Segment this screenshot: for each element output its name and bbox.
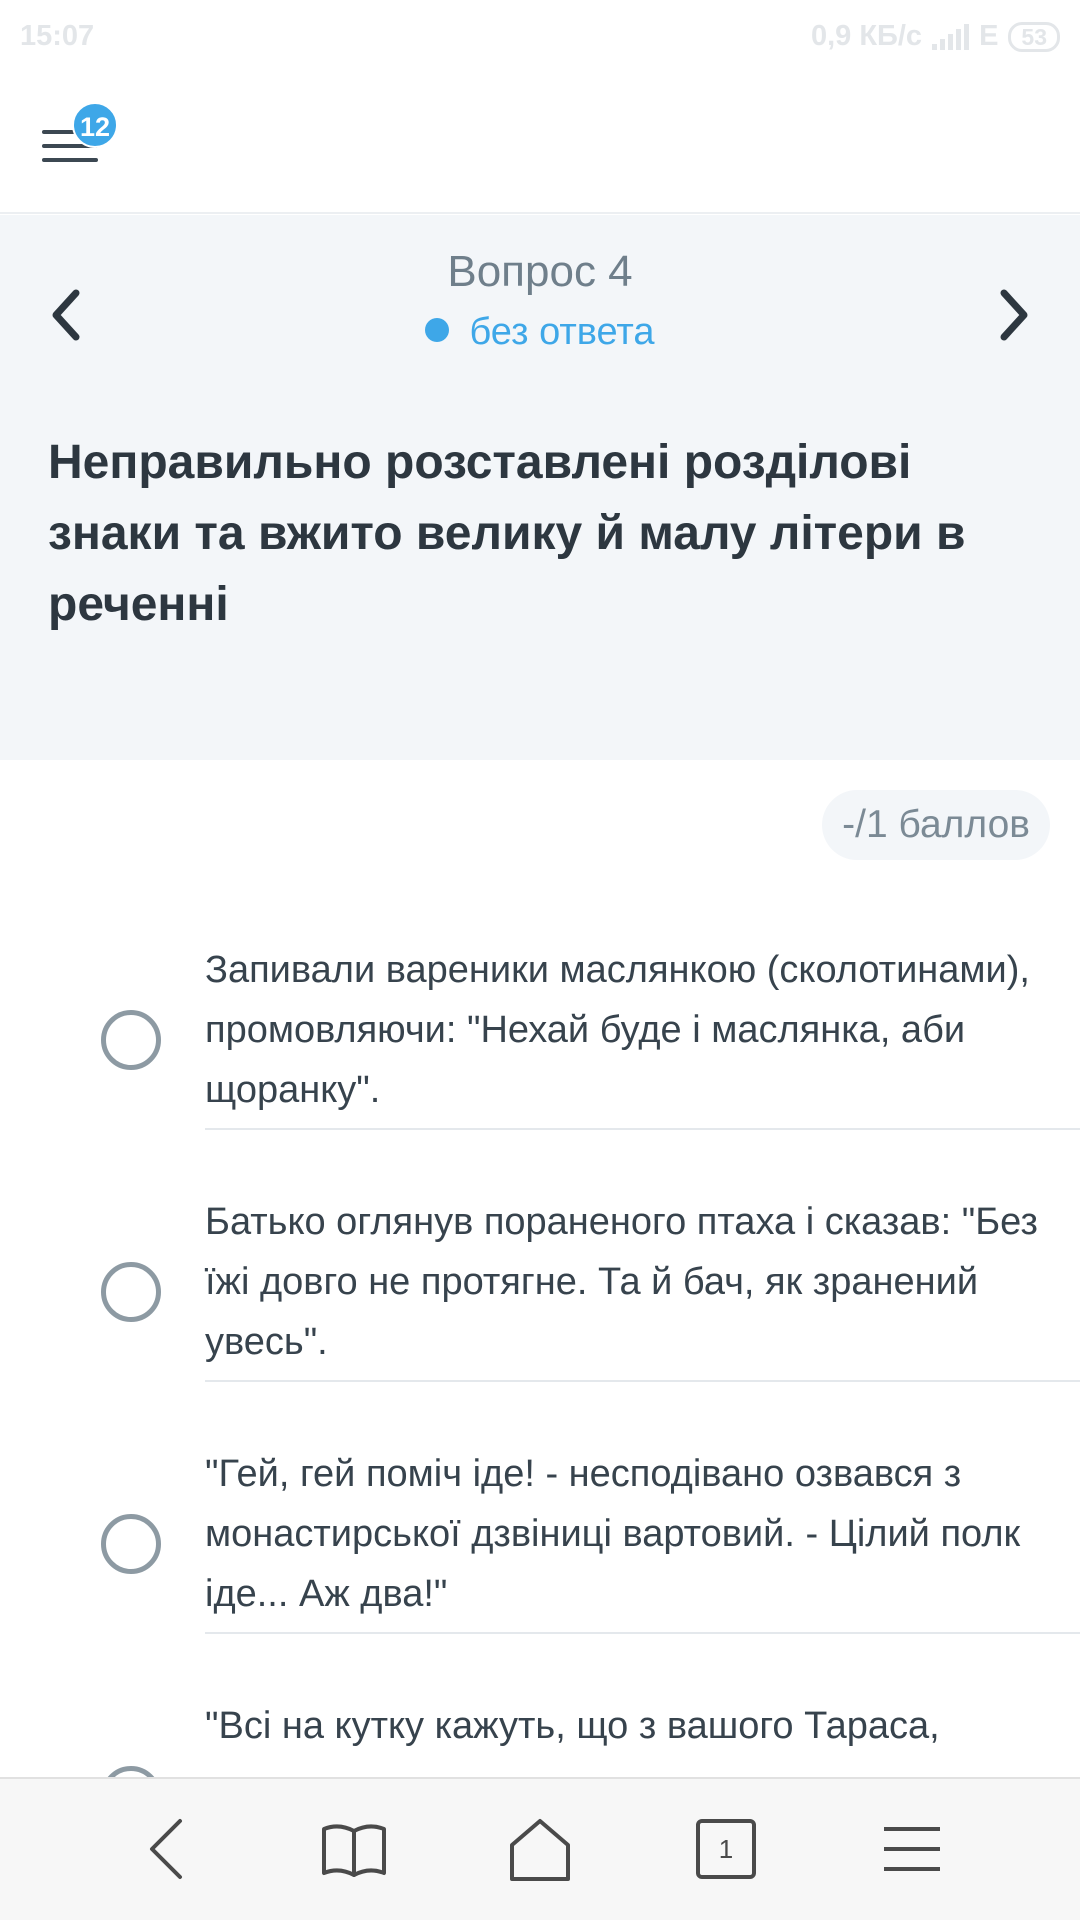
answer-option[interactable]: Батько оглянув пораненого птаха і сказав… xyxy=(0,1192,1080,1444)
answer-option-text: Запивали вареники маслянкою (сколотинами… xyxy=(205,940,1080,1130)
status-dot-icon xyxy=(425,318,450,342)
battery-indicator: 53 xyxy=(1008,21,1060,52)
answer-options: Запивали вареники маслянкою (сколотинами… xyxy=(0,940,1080,1920)
answer-option-text: Батько оглянув пораненого птаха і сказав… xyxy=(205,1192,1080,1382)
status-indicators: 0,9 КБ/с E 53 xyxy=(811,20,1060,53)
tabs-icon[interactable]: 1 xyxy=(686,1809,766,1889)
score-badge: -/1 баллов xyxy=(822,790,1050,860)
question-header: Вопрос 4 без ответа Неправильно розставл… xyxy=(0,215,1080,760)
signal-icon xyxy=(932,23,970,50)
browser-toolbar: 1 xyxy=(0,1777,1080,1920)
question-title: Неправильно розставлені розділові знаки … xyxy=(48,436,966,631)
network-speed: 0,9 КБ/с xyxy=(810,20,923,52)
answer-option[interactable]: Запивали вареники маслянкою (сколотинами… xyxy=(0,940,1080,1192)
radio-button[interactable] xyxy=(101,1514,161,1574)
question-number: Вопрос 4 xyxy=(447,247,633,296)
menu-icon[interactable] xyxy=(872,1809,952,1889)
radio-button[interactable] xyxy=(101,1262,161,1322)
status-bar: 15:07 0,9 КБ/с E 53 xyxy=(0,0,1080,72)
radio-button[interactable] xyxy=(101,1010,161,1070)
home-icon[interactable] xyxy=(500,1809,580,1889)
answer-status-label: без ответа xyxy=(469,311,655,353)
back-icon[interactable] xyxy=(128,1809,208,1889)
answer-option-text: "Всі на кутку кажуть, що з вашого Тараса… xyxy=(205,1705,940,1747)
app-header: 12 xyxy=(0,72,1080,214)
bookmarks-icon[interactable] xyxy=(314,1809,394,1889)
tabs-count: 1 xyxy=(718,1834,734,1864)
notification-badge: 12 xyxy=(72,102,118,148)
chevron-right-icon[interactable] xyxy=(982,275,1042,355)
answer-option[interactable]: "Гей, гей поміч іде! - несподівано озвав… xyxy=(0,1444,1080,1696)
status-time: 15:07 xyxy=(20,20,95,52)
answer-status: без ответа xyxy=(0,311,1080,354)
network-type: E xyxy=(979,20,999,52)
answer-option-text: "Гей, гей поміч іде! - несподівано озвав… xyxy=(205,1444,1080,1634)
